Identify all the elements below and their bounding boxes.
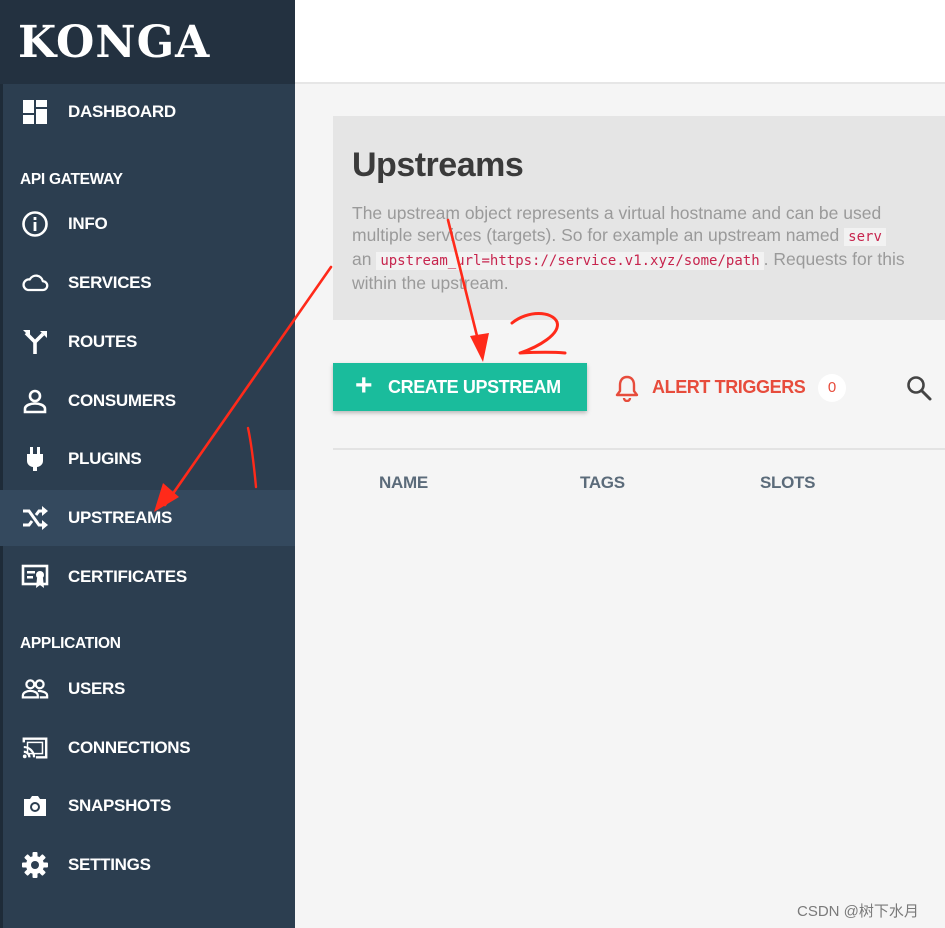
- annotation-arrow-1: [154, 265, 333, 512]
- annotation-number-1: [246, 426, 258, 489]
- watermark: CSDN @树下水月: [797, 903, 919, 920]
- annotation-number-2: [510, 312, 567, 355]
- annotation-layer: [154, 218, 567, 512]
- annotation-arrow-2: [446, 218, 489, 362]
